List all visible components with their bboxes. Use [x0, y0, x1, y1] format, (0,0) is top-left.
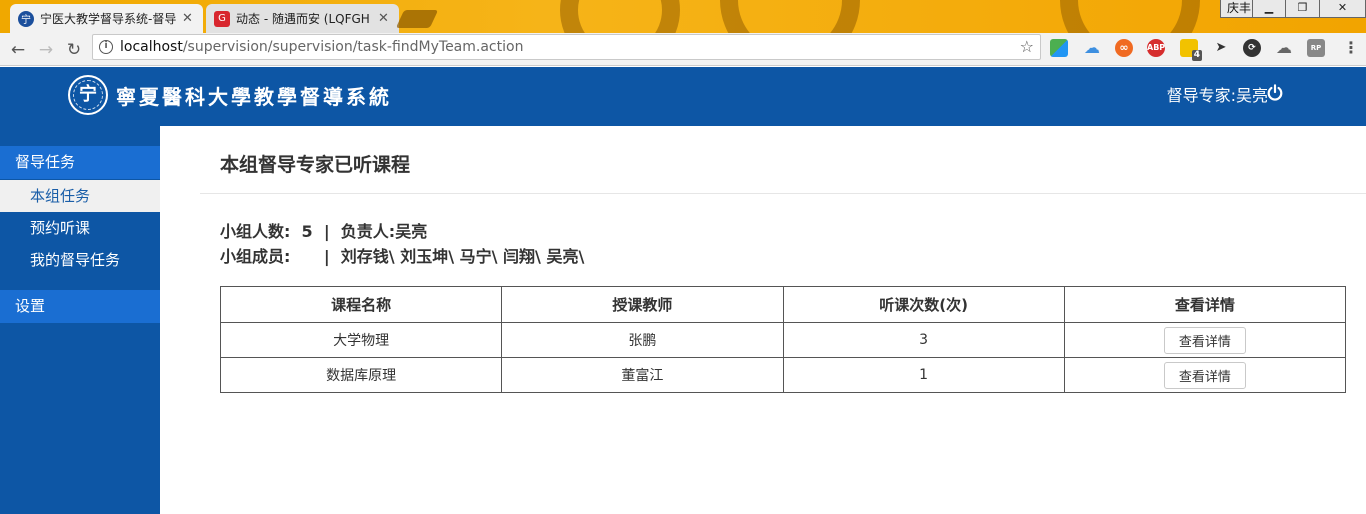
forward-arrow-icon[interactable]: → [34, 38, 58, 62]
back-arrow-icon[interactable]: ← [6, 38, 30, 62]
cloud-icon[interactable]: ☁ [1083, 39, 1101, 57]
teacher-name: 董富江 [501, 357, 784, 393]
teacher-name: 张鹏 [501, 322, 784, 358]
app-header: 宁 寧夏醫科大學教學督導系統 督导专家:吴亮 [0, 67, 1366, 126]
user-label: 督导专家:吴亮 [1166, 86, 1268, 105]
divider [200, 193, 1366, 194]
background-decoration [1060, 0, 1200, 33]
power-icon[interactable] [1266, 84, 1284, 102]
sidebar: 督导任务 本组任务 预约听课 我的督导任务 设置 [0, 126, 160, 514]
table-row: 数据库原理 董富江 1 查看详情 [219, 357, 1347, 393]
cloud-storage-icon[interactable]: ☁ [1275, 39, 1293, 57]
course-name: 数据库原理 [219, 357, 503, 393]
details-cell: 查看详情 [1063, 357, 1347, 393]
address-bar[interactable]: i localhost/supervision/supervision/task… [92, 34, 1041, 60]
sidebar-section-supervision[interactable]: 督导任务 [0, 146, 160, 179]
close-tab-icon[interactable]: ✕ [182, 11, 193, 26]
column-header-teacher: 授课教师 [501, 286, 784, 323]
background-decoration [720, 0, 860, 33]
url-text: localhost/supervision/supervision/task-f… [120, 39, 524, 55]
ningxia-logo-icon: 宁 [18, 10, 34, 27]
lecture-count: 3 [782, 322, 1065, 358]
team-members: 小组成员: | 刘存钱\ 刘玉坤\ 马宁\ 闫翔\ 吴亮\ [220, 247, 585, 266]
lecture-count: 1 [782, 357, 1065, 393]
column-header-course: 课程名称 [219, 286, 503, 323]
minimize-button[interactable]: ▁ [1252, 0, 1286, 18]
course-name: 大学物理 [219, 322, 503, 358]
rp-extension-icon[interactable]: RP [1307, 39, 1325, 57]
bookmark-star-icon[interactable]: ☆ [1020, 37, 1034, 56]
gitee-icon: G [214, 10, 230, 27]
details-cell: 查看详情 [1063, 322, 1347, 358]
system-name: 寧夏醫科大學教學督導系統 [116, 85, 392, 109]
sidebar-section-settings[interactable]: 设置 [0, 290, 160, 323]
extension-badge: 4 [1191, 50, 1202, 61]
restore-button[interactable]: ❐ [1286, 0, 1320, 18]
sidebar-item-book-lecture[interactable]: 预约听课 [0, 212, 160, 244]
browser-tab[interactable]: G 动态 - 随遇而安 (LQFGH ✕ [206, 4, 399, 33]
info-icon[interactable]: i [99, 40, 113, 54]
notes-extension-icon[interactable]: 4 [1180, 39, 1202, 61]
background-decoration [560, 0, 680, 33]
browser-tab-active[interactable]: 宁 宁医大教学督导系统-督导 ✕ [10, 4, 203, 33]
menu-icon[interactable]: ⋮ [1342, 39, 1360, 57]
team-summary: 小组人数: 5 | 负责人:吴亮 [220, 222, 428, 241]
browser-tabstrip: 宁 宁医大教学督导系统-督导 ✕ G 动态 - 随遇而安 (LQFGH ✕ 庆丰… [0, 0, 1366, 33]
table-header-row: 课程名称 授课教师 听课次数(次) 查看详情 [219, 286, 1347, 323]
reload-icon[interactable]: ↻ [62, 38, 86, 62]
tab-title: 动态 - 随遇而安 (LQFGH [236, 12, 370, 26]
table-row: 大学物理 张鹏 3 查看详情 [219, 322, 1347, 358]
cursor-icon[interactable]: ➤ [1212, 39, 1230, 57]
sidebar-item-my-tasks[interactable]: 我的督导任务 [0, 244, 160, 276]
sync-icon[interactable]: ⟳ [1243, 39, 1261, 57]
column-header-count: 听课次数(次) [782, 286, 1065, 323]
close-tab-icon[interactable]: ✕ [378, 11, 389, 26]
window-close-button[interactable]: ✕ [1320, 0, 1366, 18]
courses-table: 课程名称 授课教师 听课次数(次) 查看详情 大学物理 张鹏 3 查看详情 数据… [219, 286, 1347, 393]
sidebar-item-team-tasks[interactable]: 本组任务 [0, 180, 160, 212]
university-logo: 宁 [68, 75, 108, 115]
page-title: 本组督导专家已听课程 [220, 154, 411, 176]
view-details-button[interactable]: 查看详情 [1163, 326, 1246, 354]
adblock-icon[interactable]: ABP [1147, 39, 1165, 57]
tab-title: 宁医大教学督导系统-督导 [40, 12, 176, 26]
view-details-button[interactable]: 查看详情 [1163, 361, 1246, 389]
column-header-details: 查看详情 [1063, 286, 1347, 323]
extension-colors-icon[interactable] [1050, 39, 1068, 57]
new-tab-button[interactable] [395, 10, 439, 28]
infinity-icon[interactable]: ∞ [1115, 39, 1133, 57]
